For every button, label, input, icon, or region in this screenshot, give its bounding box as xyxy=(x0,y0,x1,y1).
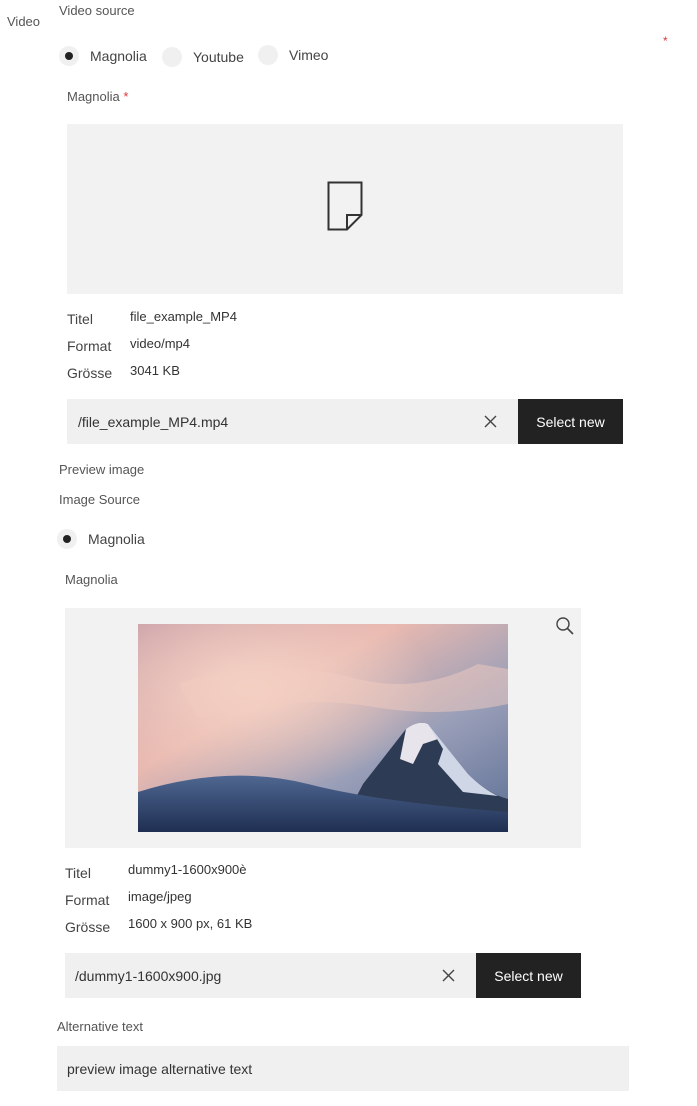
alt-text-input[interactable]: preview image alternative text xyxy=(57,1046,629,1091)
image-preview-area xyxy=(65,608,581,848)
radio-indicator[interactable] xyxy=(59,46,79,66)
radio-image-magnolia[interactable]: Magnolia xyxy=(57,529,145,549)
magnolia-image-label: Magnolia xyxy=(65,572,118,587)
magnolia-video-label: Magnolia * xyxy=(67,89,128,104)
alt-text-value: preview image alternative text xyxy=(67,1060,253,1077)
meta-title-value: dummy1-1600x900è xyxy=(128,862,247,877)
meta-size-key: Grösse xyxy=(67,365,113,381)
meta-format-key: Format xyxy=(67,338,112,354)
meta-title-key: Titel xyxy=(65,865,91,881)
radio-label: Magnolia xyxy=(90,48,147,64)
field-label-text: Magnolia xyxy=(67,89,120,104)
image-path-field[interactable]: /dummy1-1600x900.jpg xyxy=(65,953,476,998)
radio-label: Vimeo xyxy=(289,47,329,63)
radio-indicator[interactable] xyxy=(162,47,182,67)
preview-image-label: Preview image xyxy=(59,462,145,477)
file-icon xyxy=(327,181,363,236)
image-path-text: /dummy1-1600x900.jpg xyxy=(75,967,222,984)
image-select-new-button[interactable]: Select new xyxy=(476,953,581,998)
radio-label: Youtube xyxy=(193,49,244,65)
video-field-label: Video xyxy=(7,14,41,29)
meta-format-key: Format xyxy=(65,892,110,908)
meta-title-value: file_example_MP4 xyxy=(130,309,237,324)
required-mark: * xyxy=(663,34,668,48)
image-source-label: Image Source xyxy=(59,492,140,507)
video-path-text: /file_example_MP4.mp4 xyxy=(78,413,229,430)
radio-magnolia[interactable]: Magnolia xyxy=(59,46,147,66)
radio-indicator[interactable] xyxy=(258,45,278,65)
alt-text-label: Alternative text xyxy=(57,1019,143,1034)
close-icon[interactable] xyxy=(438,966,458,986)
video-source-label: Video source xyxy=(59,3,135,18)
video-preview-area xyxy=(67,124,623,294)
meta-size-value: 1600 x 900 px, 61 KB xyxy=(128,916,253,931)
meta-format-value: video/mp4 xyxy=(130,336,190,351)
meta-size-value: 3041 KB xyxy=(130,363,180,378)
preview-image-thumbnail xyxy=(138,624,508,832)
video-path-field[interactable]: /file_example_MP4.mp4 xyxy=(67,399,518,444)
video-select-new-button[interactable]: Select new xyxy=(518,399,623,444)
radio-youtube[interactable]: Youtube xyxy=(162,47,244,67)
close-icon[interactable] xyxy=(480,412,500,432)
meta-format-value: image/jpeg xyxy=(128,889,192,904)
meta-title-key: Titel xyxy=(67,311,93,327)
required-mark: * xyxy=(123,89,129,104)
radio-label: Magnolia xyxy=(88,531,145,547)
radio-indicator[interactable] xyxy=(57,529,77,549)
radio-vimeo[interactable]: Vimeo xyxy=(258,45,328,65)
search-icon[interactable] xyxy=(555,616,575,641)
meta-size-key: Grösse xyxy=(65,919,111,935)
